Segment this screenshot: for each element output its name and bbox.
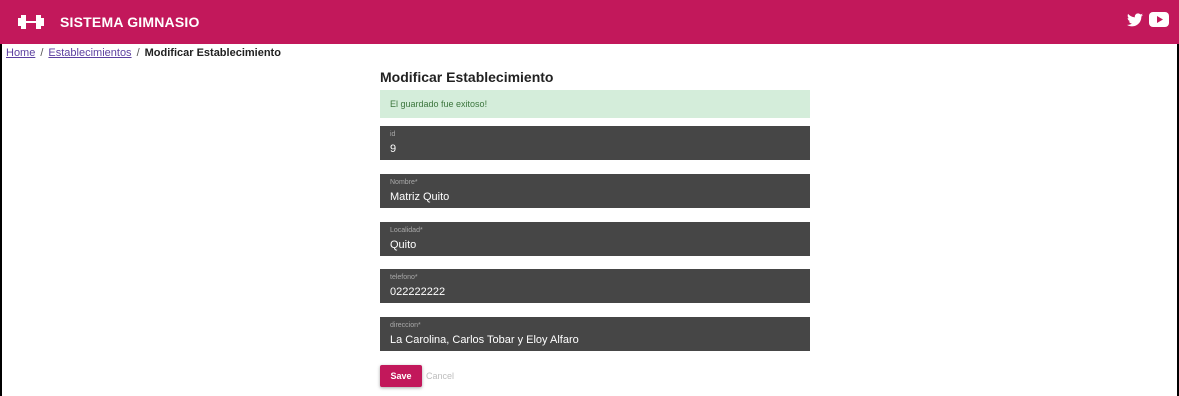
nombre-field-label: Nombre* <box>390 179 418 186</box>
youtube-icon[interactable] <box>1149 12 1169 32</box>
success-alert: El guardado fue exitoso! <box>380 90 810 118</box>
telefono-field-label: telefono* <box>390 274 418 281</box>
breadcrumb-separator: / <box>40 47 44 59</box>
id-field-value[interactable]: 9 <box>390 143 800 156</box>
direccion-field-label: direccion* <box>390 322 421 329</box>
breadcrumb-establecimientos-link[interactable]: Establecimientos <box>48 47 131 59</box>
dumbbell-icon[interactable] <box>18 14 44 30</box>
social-links <box>1127 12 1169 32</box>
form-actions: Save Cancel <box>380 365 454 387</box>
save-button[interactable]: Save <box>380 365 422 387</box>
localidad-field-value[interactable]: Quito <box>390 239 800 252</box>
breadcrumb-current: Modificar Establecimiento <box>144 47 281 59</box>
localidad-field[interactable]: Localidad* Quito <box>380 222 810 256</box>
breadcrumb: Home / Establecimientos / Modificar Establec… <box>6 47 281 59</box>
page-title: Modificar Establecimiento <box>380 69 554 85</box>
direccion-field-value[interactable]: La Carolina, Carlos Tobar y Eloy Alfaro <box>390 334 800 347</box>
telefono-field-value[interactable]: 022222222 <box>390 286 800 299</box>
edit-form: Modificar Establecimiento El guardado fu… <box>380 68 810 387</box>
app-header: SISTEMA GIMNASIO <box>0 0 1179 44</box>
breadcrumb-home-link[interactable]: Home <box>6 47 35 59</box>
id-field-label: id <box>390 131 396 138</box>
app-title[interactable]: SISTEMA GIMNASIO <box>60 14 200 30</box>
cancel-button[interactable]: Cancel <box>426 371 454 381</box>
nombre-field-value[interactable]: Matriz Quito <box>390 191 800 204</box>
twitter-icon[interactable] <box>1127 12 1143 32</box>
breadcrumb-separator: / <box>136 47 140 59</box>
telefono-field[interactable]: telefono* 022222222 <box>380 269 810 303</box>
id-field[interactable]: id 9 <box>380 126 810 160</box>
nombre-field[interactable]: Nombre* Matriz Quito <box>380 174 810 208</box>
localidad-field-label: Localidad* <box>390 227 423 234</box>
direccion-field[interactable]: direccion* La Carolina, Carlos Tobar y E… <box>380 317 810 351</box>
